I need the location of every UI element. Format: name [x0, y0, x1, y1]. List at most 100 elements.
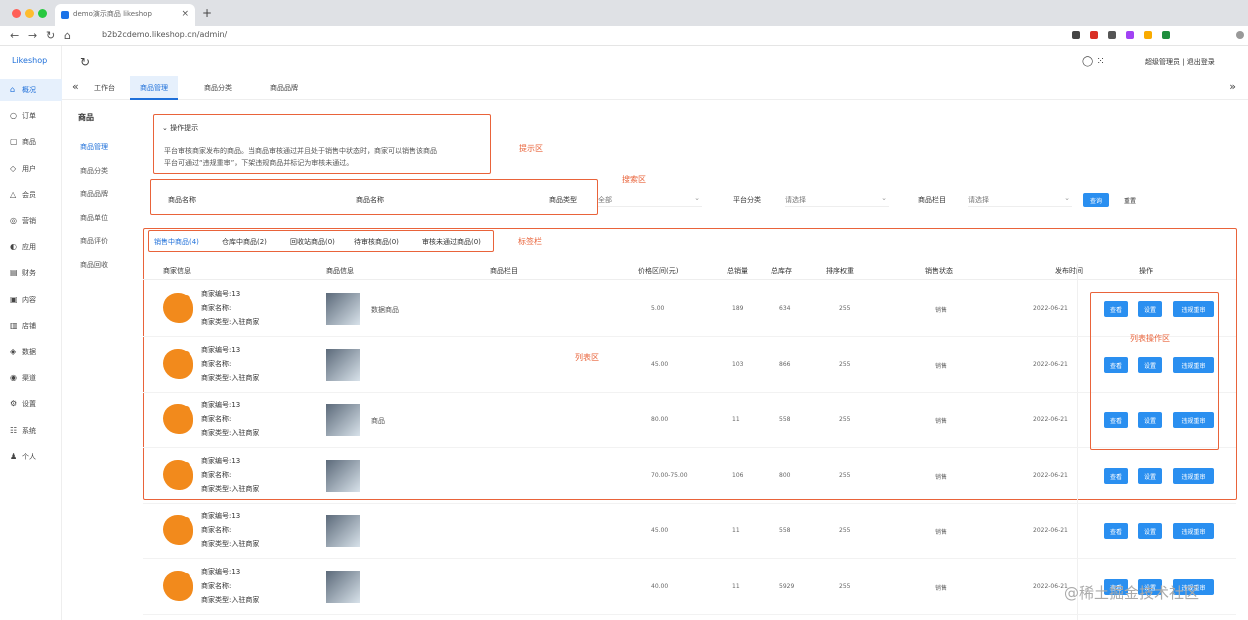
minimize-window-icon[interactable] [25, 9, 34, 18]
close-window-icon[interactable] [12, 9, 21, 18]
extension-icon[interactable] [1090, 31, 1098, 39]
sub-menu-title: 商品 [78, 113, 94, 122]
sidebar-icon: ⌂ [10, 85, 16, 94]
sidebar-item[interactable]: ▢ 商品 [0, 131, 62, 153]
status-tab-warehouse[interactable]: 仓库中商品(2) [222, 237, 267, 247]
table-row: 商家编号:13 商家名称: 商家类型:入驻商家 商品 80.00 11 558 255 销售 20… [143, 392, 1236, 448]
collapse-icon[interactable]: « [72, 80, 79, 93]
extension-icon[interactable] [1126, 31, 1134, 39]
page-tab[interactable]: 商品管理 [130, 76, 178, 100]
total-stock: 634 [779, 305, 791, 312]
extension-icon[interactable] [1072, 31, 1080, 39]
settings-button[interactable]: 设置 [1138, 523, 1162, 539]
profile-icon[interactable] [1236, 31, 1244, 39]
home-icon[interactable]: ⌂ [64, 29, 71, 42]
watermark: @稀土掘金技术社区 [1064, 584, 1200, 602]
re-review-button[interactable]: 违规重审 [1173, 523, 1214, 539]
view-button[interactable]: 查看 [1104, 467, 1128, 484]
goods-thumbnail [326, 570, 360, 603]
refresh-icon[interactable]: ↻ [80, 55, 90, 69]
sidebar-item[interactable]: ◐ 应用 [0, 236, 62, 258]
app-logo: Likeshop [12, 56, 48, 65]
sub-menu-item[interactable]: 商品品牌 [80, 189, 108, 199]
sidebar-item[interactable]: △ 会员 [0, 184, 62, 206]
sort-weight: 255 [839, 527, 851, 534]
total-stock: 5929 [779, 582, 795, 590]
sale-status: 销售 [935, 307, 948, 314]
sidebar-item-label: 设置 [22, 400, 36, 409]
sub-menu-item[interactable]: 商品回收 [80, 260, 108, 270]
page-tab[interactable]: 商品品牌 [260, 76, 308, 100]
back-icon[interactable]: ← [10, 29, 19, 42]
total-sales: 11 [732, 527, 740, 534]
sidebar-item[interactable]: ☷ 系统 [0, 420, 62, 442]
shop-name: 商家名称: [201, 304, 232, 312]
page-tab[interactable]: 商品分类 [194, 76, 242, 100]
price-range: 80.00 [651, 416, 669, 423]
tip-title[interactable]: ⌄ 操作提示 [162, 123, 198, 133]
sidebar-item[interactable]: ▣ 内容 [0, 289, 62, 311]
column-select[interactable]: 请选择 ⌄ [968, 193, 1072, 207]
filter-label: 商品名称 [356, 196, 384, 204]
status-tab-rejected[interactable]: 审核未通过商品(0) [422, 237, 481, 247]
zoom-window-icon[interactable] [38, 9, 47, 18]
sidebar-item-label: 概况 [22, 86, 36, 94]
sidebar-item[interactable]: ⌂ 概况 [0, 79, 62, 101]
status-tab-on-sale[interactable]: 销售中商品(4) [154, 237, 199, 247]
re-review-button[interactable]: 违规重审 [1173, 467, 1214, 484]
publish-time: 2022-06-21 [1033, 471, 1068, 479]
sidebar-icon: ◎ [10, 216, 17, 225]
sidebar-item[interactable]: ⚙ 设置 [0, 393, 62, 415]
sort-weight: 255 [839, 305, 851, 312]
sub-menu-item[interactable]: 商品管理 [80, 142, 108, 152]
sidebar-item[interactable]: ○ 订单 [0, 105, 62, 127]
sub-menu-item[interactable]: 商品分类 [80, 166, 108, 176]
view-button[interactable]: 查看 [1104, 523, 1128, 539]
extension-icon[interactable] [1108, 31, 1116, 39]
extension-icon[interactable] [1162, 31, 1170, 39]
extension-icon[interactable] [1144, 31, 1152, 39]
sidebar-item-label: 用户 [22, 164, 36, 173]
category-select[interactable]: 请选择 ⌄ [785, 193, 889, 207]
sidebar-icon: ▢ [10, 137, 18, 147]
settings-button[interactable]: 设置 [1138, 467, 1162, 484]
new-tab-button[interactable]: + [202, 6, 212, 20]
tabs-annotation: 标签栏 [518, 237, 542, 246]
status-tab-pending[interactable]: 待审核商品(0) [354, 237, 399, 247]
total-sales: 106 [732, 471, 744, 479]
filter-label: 商品名称 [168, 196, 196, 204]
goods-type-select[interactable]: 全部 ⌄ [598, 193, 702, 207]
reload-icon[interactable]: ↻ [46, 29, 55, 42]
main-sidebar: Likeshop ⌂ 概况 ○ 订单 ▢ 商品 ◇ 用户 △ 会员 ◎ 营销 ◐ 应用 ▤ 财务 ▣ 内容 ▥ 店铺 ◈… [0, 46, 62, 620]
shop-type: 商家类型:入驻商家 [201, 540, 260, 548]
status-tab-recycle[interactable]: 回收站商品(0) [290, 237, 335, 247]
forward-icon[interactable]: → [28, 29, 37, 42]
tip-title-text: 操作提示 [170, 124, 199, 132]
expand-icon[interactable]: » [1229, 80, 1236, 93]
url-input[interactable]: b2b2cdemo.likeshop.cn/admin/ [102, 30, 227, 39]
sidebar-item[interactable]: ◎ 营销 [0, 210, 62, 232]
sidebar-item-label: 会员 [22, 190, 36, 199]
sidebar-item[interactable]: ▥ 店铺 [0, 315, 62, 337]
sidebar-icon: ☷ [10, 425, 18, 435]
sidebar-item[interactable]: ◉ 渠道 [0, 367, 62, 389]
chevron-down-icon: ⌄ [694, 194, 700, 202]
tip-line: 平台可通过“违规重审”，下架违规商品并标记为审核未通过。 [164, 159, 354, 167]
total-sales: 103 [732, 360, 744, 368]
sale-status: 销售 [935, 529, 948, 536]
sidebar-item[interactable]: ▤ 财务 [0, 262, 62, 284]
sub-menu-item[interactable]: 商品单位 [80, 213, 108, 223]
header-time: 发布时间 [1055, 267, 1083, 275]
tab-close-icon[interactable]: × [181, 9, 189, 19]
sidebar-item[interactable]: ◇ 用户 [0, 158, 62, 180]
reset-button[interactable]: 重置 [1117, 193, 1143, 207]
query-button[interactable]: 查询 [1083, 193, 1109, 207]
list-annotation: 列表区 [575, 353, 599, 362]
header-tool-icons[interactable]: ◯ ⁙ [1082, 56, 1105, 67]
page-tab[interactable]: 工作台 [84, 76, 125, 100]
sidebar-item[interactable]: ◈ 数据 [0, 341, 62, 363]
sidebar-item[interactable]: ♟ 个人 [0, 446, 62, 468]
browser-tab[interactable]: demo演示商品 likeshop × [55, 4, 195, 26]
user-menu[interactable]: 超级管理员 | 退出登录 [1145, 57, 1215, 67]
sub-menu-item[interactable]: 商品评价 [80, 236, 108, 246]
